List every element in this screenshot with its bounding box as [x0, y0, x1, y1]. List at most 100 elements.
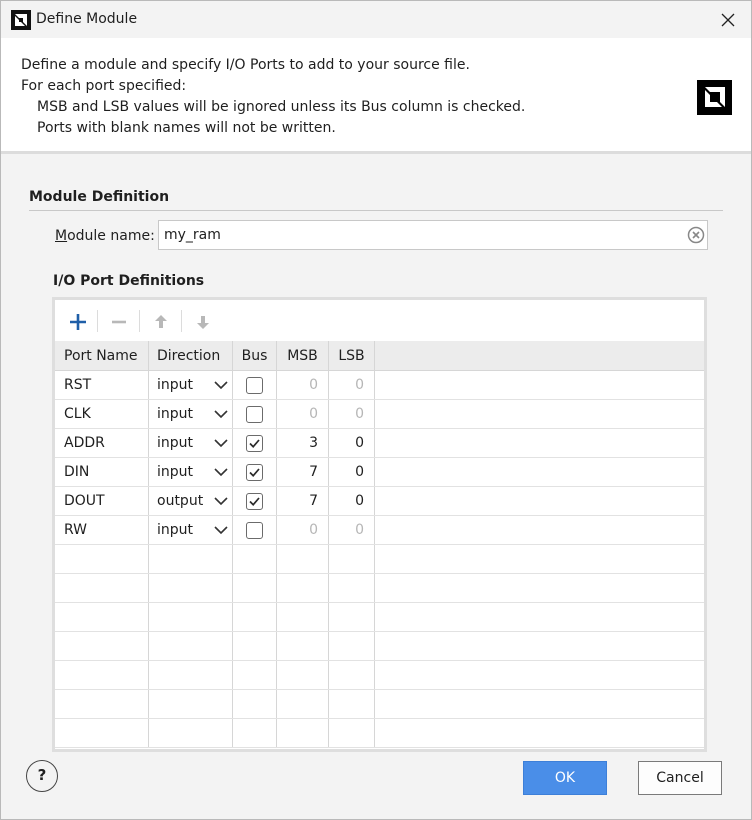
empty-cell[interactable]	[149, 574, 233, 602]
bus-checkbox[interactable]	[246, 376, 263, 394]
column-header-port-name[interactable]: Port Name	[55, 341, 149, 370]
empty-cell[interactable]	[233, 603, 277, 631]
bus-checkbox[interactable]	[246, 521, 263, 539]
empty-cell[interactable]	[277, 603, 329, 631]
bus-checkbox[interactable]	[246, 405, 263, 423]
lsb-cell[interactable]: 0	[329, 516, 375, 544]
empty-cell[interactable]	[55, 603, 149, 631]
direction-dropdown[interactable]: input	[149, 516, 233, 544]
empty-cell[interactable]	[55, 661, 149, 689]
empty-cell[interactable]	[277, 574, 329, 602]
port-name-cell[interactable]: RW	[55, 516, 149, 544]
column-header-direction[interactable]: Direction	[149, 341, 233, 370]
direction-dropdown[interactable]: output	[149, 487, 233, 515]
table-toolbar	[55, 300, 704, 341]
port-name-cell[interactable]: RST	[55, 371, 149, 399]
chevron-down-icon	[214, 381, 228, 390]
empty-cell[interactable]	[149, 661, 233, 689]
msb-cell[interactable]: 0	[277, 516, 329, 544]
empty-cell[interactable]	[329, 603, 375, 631]
empty-cell[interactable]	[233, 690, 277, 718]
empty-row[interactable]	[55, 661, 704, 690]
lsb-cell[interactable]: 0	[329, 429, 375, 457]
empty-cell[interactable]	[329, 574, 375, 602]
column-header-bus[interactable]: Bus	[233, 341, 277, 370]
bus-cell	[233, 400, 277, 428]
table-row[interactable]: DIN input 7 0	[55, 458, 704, 487]
empty-cell[interactable]	[277, 661, 329, 689]
description-panel: Define a module and specify I/O Ports to…	[1, 38, 751, 154]
add-icon	[70, 314, 86, 330]
empty-cell[interactable]	[233, 661, 277, 689]
empty-cell[interactable]	[233, 545, 277, 573]
empty-cell[interactable]	[55, 545, 149, 573]
move-down-button[interactable]	[189, 308, 217, 336]
chevron-down-icon	[214, 468, 228, 477]
direction-dropdown[interactable]: input	[149, 429, 233, 457]
empty-cell[interactable]	[329, 661, 375, 689]
close-button[interactable]	[705, 1, 751, 38]
empty-row[interactable]	[55, 574, 704, 603]
empty-row[interactable]	[55, 603, 704, 632]
empty-row[interactable]	[55, 690, 704, 719]
msb-cell[interactable]: 3	[277, 429, 329, 457]
table-row[interactable]: DOUT output 7 0	[55, 487, 704, 516]
lsb-cell[interactable]: 0	[329, 487, 375, 515]
empty-row[interactable]	[55, 545, 704, 574]
empty-row[interactable]	[55, 632, 704, 661]
column-header-lsb[interactable]: LSB	[329, 341, 375, 370]
msb-cell[interactable]: 7	[277, 458, 329, 486]
empty-cell[interactable]	[329, 690, 375, 718]
empty-cell[interactable]	[329, 719, 375, 747]
port-name-cell[interactable]: DIN	[55, 458, 149, 486]
empty-cell[interactable]	[55, 574, 149, 602]
table-row[interactable]: RST input 0 0	[55, 371, 704, 400]
empty-cell[interactable]	[329, 632, 375, 660]
empty-cell[interactable]	[233, 574, 277, 602]
port-name-cell[interactable]: ADDR	[55, 429, 149, 457]
empty-cell[interactable]	[55, 719, 149, 747]
move-up-button[interactable]	[147, 308, 175, 336]
remove-port-button[interactable]	[105, 308, 133, 336]
port-name-cell[interactable]: CLK	[55, 400, 149, 428]
empty-cell[interactable]	[149, 632, 233, 660]
empty-cell[interactable]	[149, 545, 233, 573]
empty-cell[interactable]	[55, 632, 149, 660]
empty-cell[interactable]	[329, 545, 375, 573]
empty-cell[interactable]	[55, 690, 149, 718]
table-row[interactable]: ADDR input 3 0	[55, 429, 704, 458]
empty-cell[interactable]	[277, 719, 329, 747]
bus-checkbox[interactable]	[246, 463, 263, 481]
empty-cell[interactable]	[233, 632, 277, 660]
direction-dropdown[interactable]: input	[149, 371, 233, 399]
module-name-input[interactable]	[158, 220, 708, 250]
help-button[interactable]: ?	[26, 760, 58, 792]
add-port-button[interactable]	[64, 308, 92, 336]
clear-input-icon[interactable]	[687, 226, 705, 244]
direction-dropdown[interactable]: input	[149, 400, 233, 428]
empty-cell[interactable]	[277, 545, 329, 573]
empty-cell[interactable]	[233, 719, 277, 747]
bus-checkbox[interactable]	[246, 434, 263, 452]
lsb-cell[interactable]: 0	[329, 400, 375, 428]
table-row[interactable]: CLK input 0 0	[55, 400, 704, 429]
lsb-cell[interactable]: 0	[329, 458, 375, 486]
bus-checkbox[interactable]	[246, 492, 263, 510]
msb-cell[interactable]: 0	[277, 400, 329, 428]
column-header-msb[interactable]: MSB	[277, 341, 329, 370]
table-header-row: Port Name Direction Bus MSB LSB	[55, 341, 704, 371]
empty-cell[interactable]	[149, 719, 233, 747]
empty-cell[interactable]	[277, 632, 329, 660]
empty-cell[interactable]	[277, 690, 329, 718]
ok-button[interactable]: OK	[523, 761, 607, 795]
table-row[interactable]: RW input 0 0	[55, 516, 704, 545]
empty-row[interactable]	[55, 719, 704, 748]
port-name-cell[interactable]: DOUT	[55, 487, 149, 515]
lsb-cell[interactable]: 0	[329, 371, 375, 399]
empty-cell[interactable]	[149, 690, 233, 718]
cancel-button[interactable]: Cancel	[638, 761, 722, 795]
msb-cell[interactable]: 0	[277, 371, 329, 399]
msb-cell[interactable]: 7	[277, 487, 329, 515]
direction-dropdown[interactable]: input	[149, 458, 233, 486]
empty-cell[interactable]	[149, 603, 233, 631]
